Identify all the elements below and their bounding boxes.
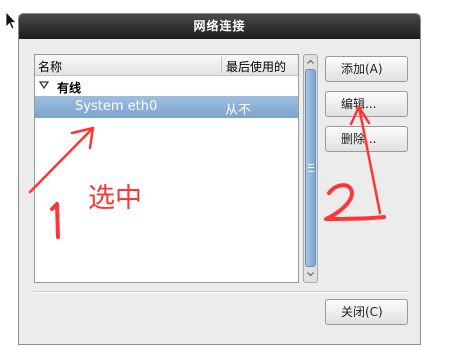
- scroll-thumb[interactable]: [305, 69, 316, 267]
- column-header-name[interactable]: 名称: [38, 58, 62, 75]
- expander-open-icon[interactable]: [39, 80, 49, 90]
- column-separator: [221, 57, 222, 73]
- mouse-cursor-icon: [5, 11, 17, 30]
- close-button[interactable]: 关闭(C): [325, 299, 408, 325]
- connection-list[interactable]: 名称 最后使用的 有线 System eth0 从不: [34, 54, 299, 283]
- annotation-select-text: 选中: [88, 183, 142, 214]
- network-connections-dialog: 网络连接 名称 最后使用的 有线 System eth0 从不 添加(A) 编辑: [18, 13, 421, 345]
- group-label: 有线: [57, 81, 82, 95]
- scroll-up-icon[interactable]: [305, 56, 316, 68]
- add-button[interactable]: 添加(A): [325, 56, 408, 82]
- vertical-scrollbar[interactable]: [303, 54, 318, 283]
- dialog-title: 网络连接: [19, 14, 420, 39]
- connection-row-selected[interactable]: System eth0 从不: [35, 96, 298, 118]
- group-row-wired[interactable]: 有线: [35, 77, 298, 95]
- scroll-down-icon[interactable]: [305, 268, 316, 280]
- edit-button[interactable]: 编辑...: [325, 91, 408, 117]
- column-header-last-used[interactable]: 最后使用的: [226, 58, 286, 75]
- grip-icon: [308, 164, 314, 172]
- divider: [34, 291, 408, 293]
- list-header: 名称 最后使用的: [35, 55, 298, 76]
- connection-last-used: 从不: [225, 103, 252, 118]
- delete-button[interactable]: 删除...: [325, 126, 408, 152]
- connection-name: System eth0: [75, 99, 158, 114]
